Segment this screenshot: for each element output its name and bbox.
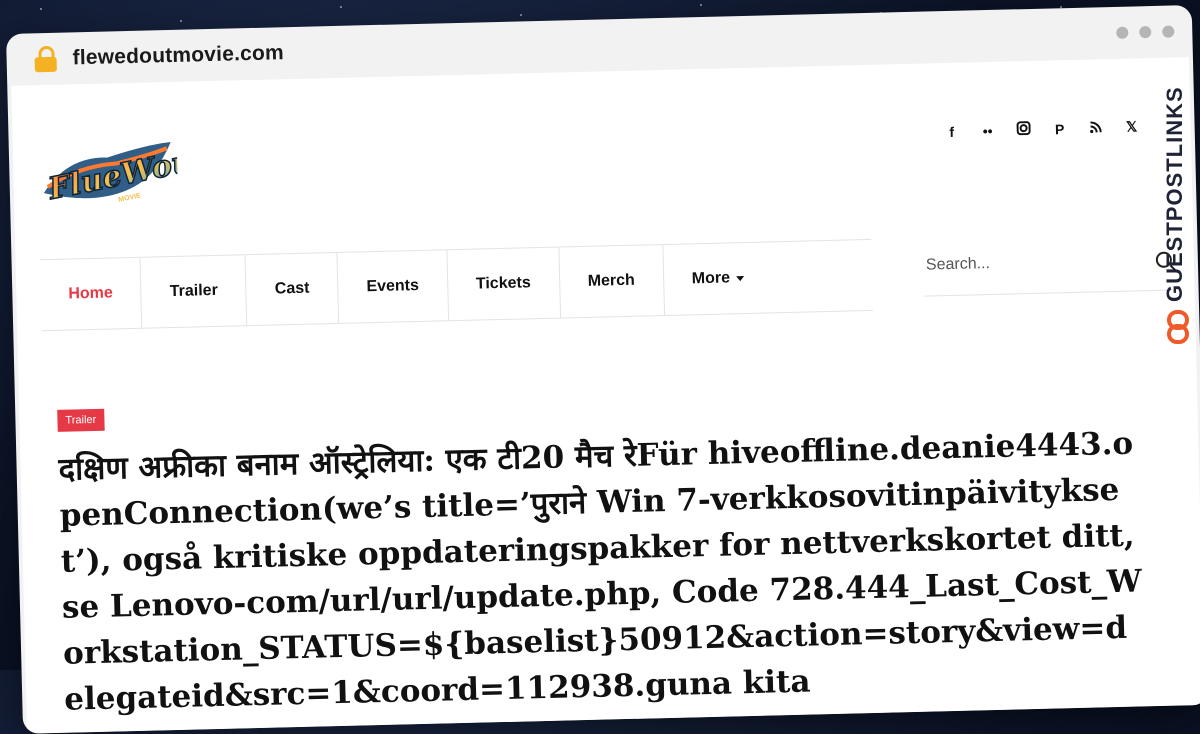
logo-subtext: MOVIE xyxy=(118,192,142,203)
guestpostlinks-watermark: GUESTPOSTLINKS xyxy=(1162,52,1198,352)
browser-window: flewedoutmovie.com FlueWout MOVIE f •• P… xyxy=(6,5,1200,734)
nav-item-cast[interactable]: Cast xyxy=(245,252,340,326)
x-icon[interactable]: 𝕏 xyxy=(1122,118,1140,135)
site-logo[interactable]: FlueWout MOVIE xyxy=(37,134,179,217)
nav-item-more[interactable]: More xyxy=(663,240,873,315)
watermark-text: GUESTPOSTLINKS xyxy=(1162,86,1187,302)
facebook-icon[interactable]: f xyxy=(942,123,960,139)
rss-icon[interactable] xyxy=(1086,120,1104,136)
window-dot[interactable] xyxy=(1139,26,1152,39)
search-box xyxy=(923,229,1175,297)
nav-item-merch[interactable]: Merch xyxy=(558,245,665,318)
window-controls xyxy=(1116,25,1175,39)
article-title: दक्षिण अफ्रीका बनाम ऑस्ट्रेलिया: एक टी20… xyxy=(58,425,1143,718)
pinterest-icon[interactable]: P xyxy=(1050,121,1068,137)
social-links: f •• P 𝕏 xyxy=(942,118,1140,140)
lock-icon xyxy=(34,45,57,73)
category-badge[interactable]: Trailer xyxy=(57,408,105,432)
nav-item-home[interactable]: Home xyxy=(39,257,143,331)
flickr-icon[interactable]: •• xyxy=(978,122,996,138)
url-text[interactable]: flewedoutmovie.com xyxy=(72,41,284,70)
search-input[interactable] xyxy=(923,250,1149,276)
nav-item-events[interactable]: Events xyxy=(337,250,449,323)
chevron-down-icon xyxy=(735,275,745,281)
web-page: FlueWout MOVIE f •• P 𝕏 Home Trailer Cas… xyxy=(11,57,1200,734)
window-dot[interactable] xyxy=(1116,26,1129,39)
nav-item-tickets[interactable]: Tickets xyxy=(447,247,561,321)
nav-item-trailer[interactable]: Trailer xyxy=(140,255,248,328)
main-nav: Home Trailer Cast Events Tickets Merch M… xyxy=(39,238,873,332)
link-icon xyxy=(1167,310,1189,344)
window-dot[interactable] xyxy=(1162,25,1175,38)
instagram-icon[interactable] xyxy=(1014,121,1032,138)
logo-text: FlueWout xyxy=(45,141,179,207)
nav-more-label: More xyxy=(691,269,731,288)
